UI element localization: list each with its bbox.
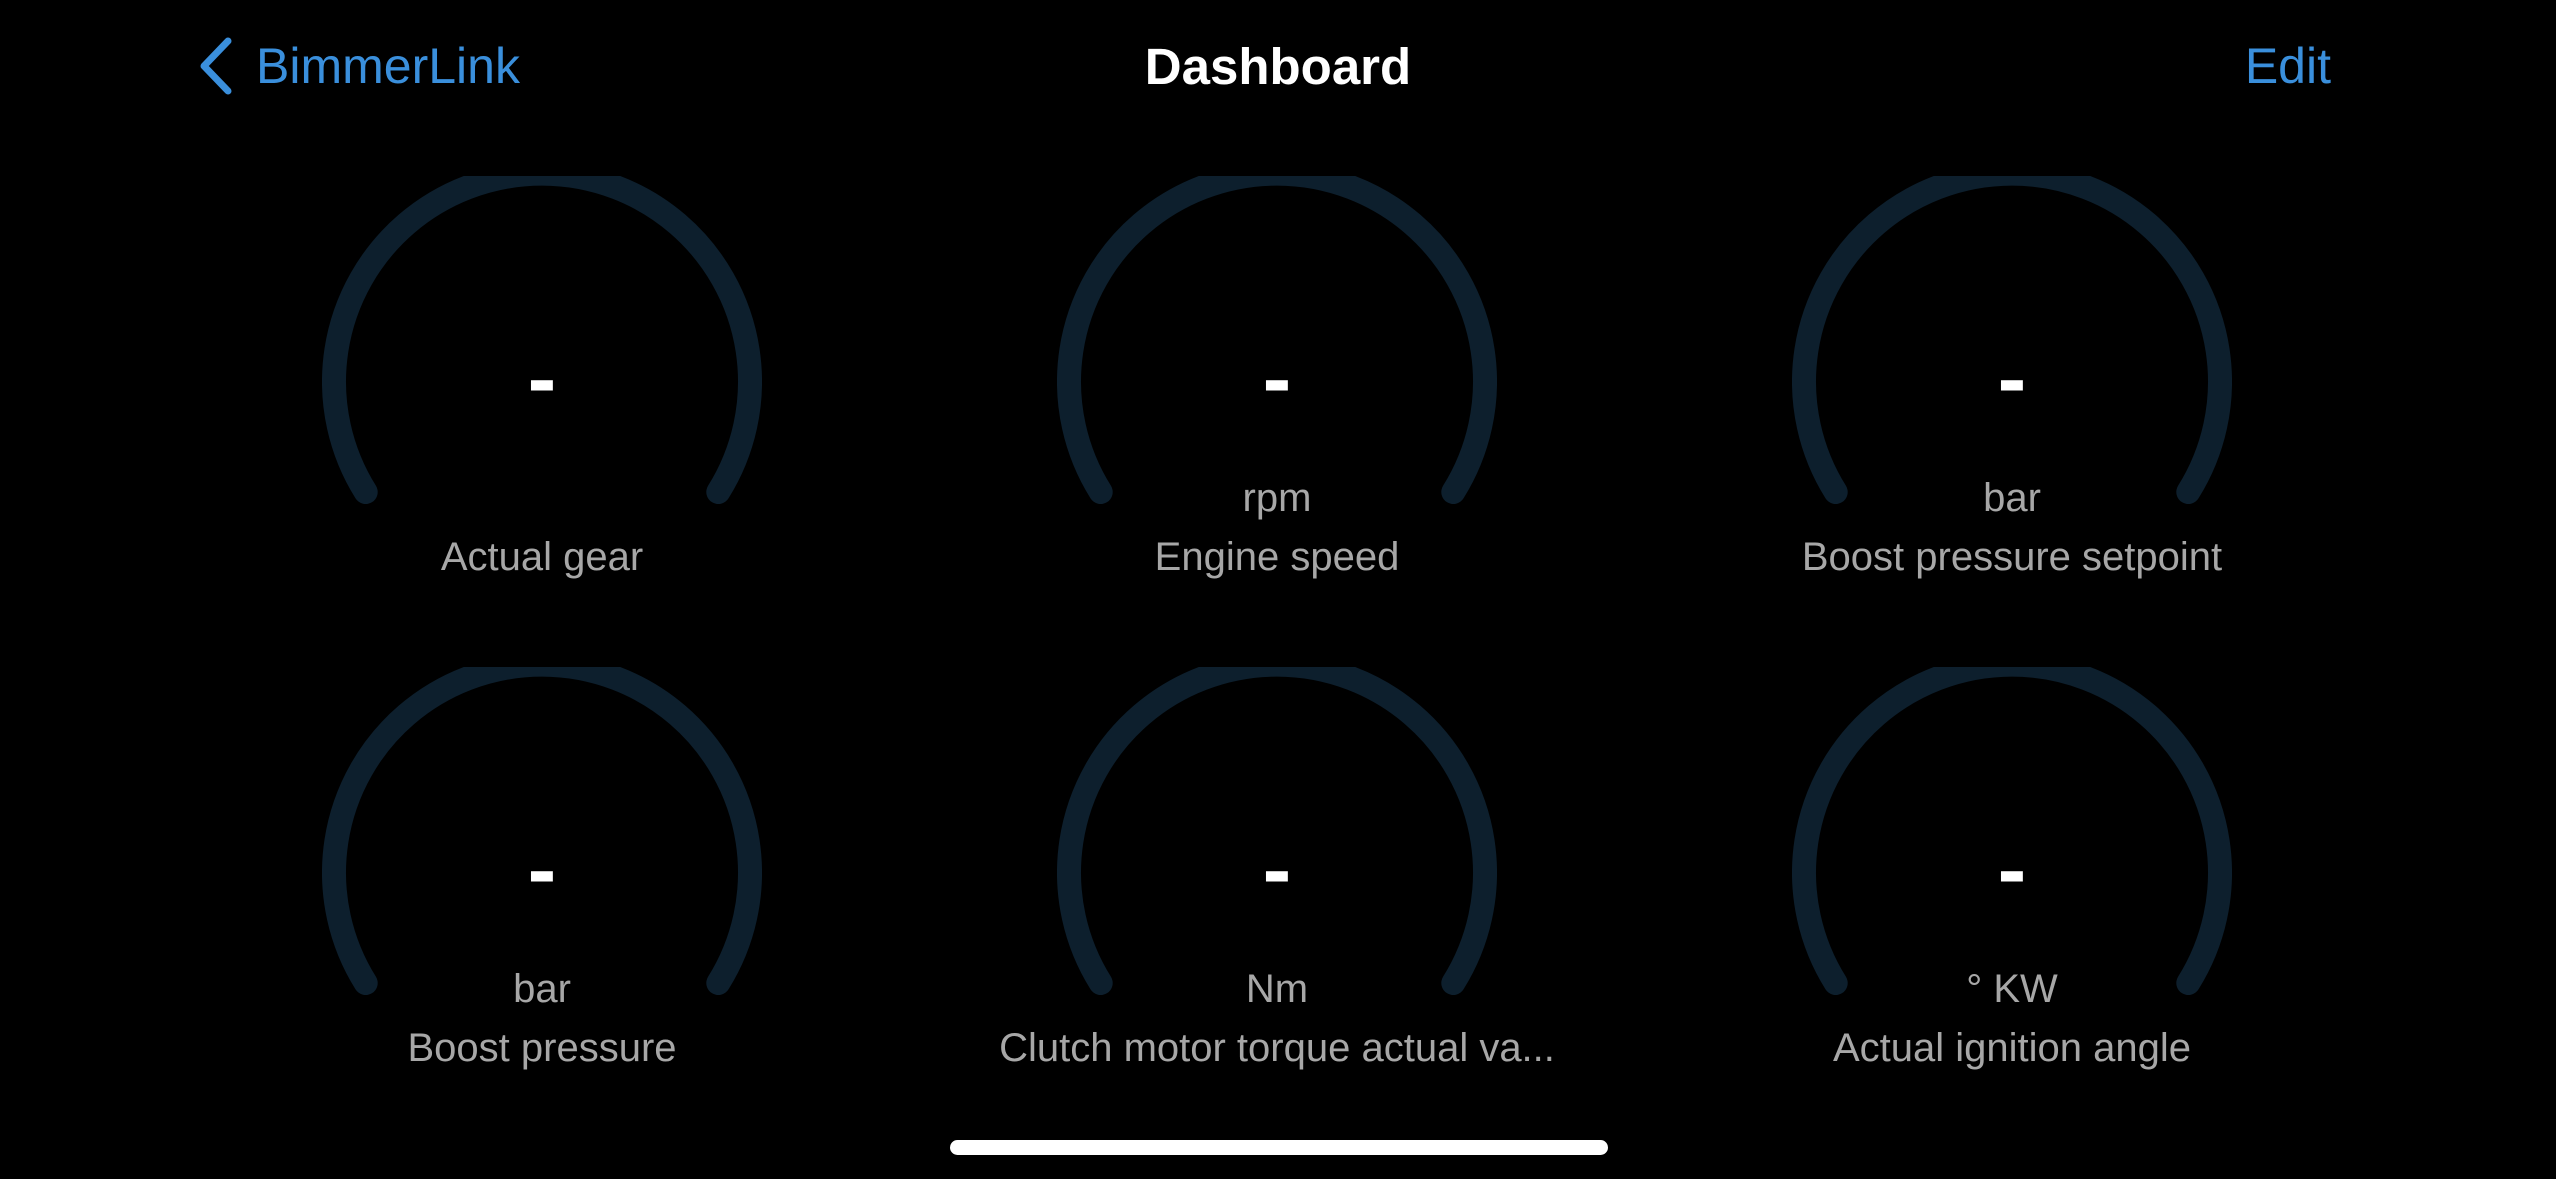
gauge-grid: - Actual gear - rpm Engine speed - bar B… — [0, 0, 2556, 1179]
gauge-engine-speed[interactable]: - rpm Engine speed — [927, 176, 1627, 636]
gauge-boost-pressure[interactable]: - bar Boost pressure — [192, 667, 892, 1127]
gauge-actual-gear[interactable]: - Actual gear — [192, 176, 892, 636]
gauge-label: Actual ignition angle — [1832, 1026, 2192, 1070]
gauge-label: Actual gear — [440, 535, 644, 579]
gauge-value: - — [527, 331, 557, 427]
gauge-value: - — [1997, 331, 2027, 427]
gauge-clutch-motor-torque[interactable]: - Nm Clutch motor torque actual va... — [927, 667, 1627, 1127]
gauge-label: Engine speed — [1154, 535, 1400, 579]
gauge-boost-pressure-setpoint[interactable]: - bar Boost pressure setpoint — [1662, 176, 2362, 636]
gauge-unit: bar — [1983, 476, 2041, 520]
gauge-label: Boost pressure setpoint — [1801, 535, 2223, 579]
gauge-unit: rpm — [1242, 476, 1312, 520]
gauge-value: - — [1262, 331, 1292, 427]
gauge-value: - — [1997, 822, 2027, 918]
gauge-unit: ° KW — [1966, 967, 2058, 1011]
gauge-unit: bar — [513, 967, 571, 1011]
gauge-label: Boost pressure — [407, 1026, 677, 1070]
gauge-value: - — [527, 822, 557, 918]
gauge-label: Clutch motor torque actual va... — [999, 1026, 1555, 1070]
gauge-value: - — [1262, 822, 1292, 918]
gauge-unit: Nm — [1245, 967, 1309, 1011]
home-indicator[interactable] — [950, 1140, 1608, 1155]
gauge-actual-ignition-angle[interactable]: - ° KW Actual ignition angle — [1662, 667, 2362, 1127]
